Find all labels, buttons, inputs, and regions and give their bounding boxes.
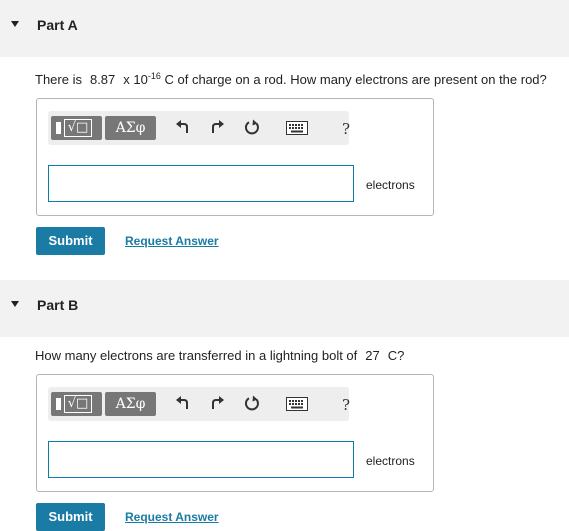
reset-icon[interactable] bbox=[244, 395, 261, 412]
charge-value: 27 bbox=[365, 348, 380, 363]
part-a-question: There is 8.87 x 10-16 C of charge on a rod… bbox=[35, 71, 547, 87]
keyboard-icon[interactable] bbox=[286, 121, 308, 135]
reset-icon[interactable] bbox=[244, 119, 261, 136]
answer-input[interactable] bbox=[48, 165, 354, 202]
exponent: -16 bbox=[147, 71, 161, 81]
units-label: electrons bbox=[366, 178, 415, 192]
part-b-title: Part B bbox=[37, 297, 79, 313]
keyboard-icon[interactable] bbox=[286, 397, 308, 411]
submit-button[interactable]: Submit bbox=[36, 503, 105, 531]
question-suffix: C of charge on a rod. How many electrons… bbox=[164, 72, 547, 87]
part-a-title: Part A bbox=[37, 17, 78, 33]
math-toolbar: √□ ΑΣφ ? bbox=[48, 387, 350, 421]
templates-button[interactable]: √□ bbox=[51, 116, 102, 140]
part-a-answer-box: √□ ΑΣφ ? electrons bbox=[36, 98, 434, 216]
template-block-icon bbox=[56, 122, 61, 134]
question-suffix: C? bbox=[387, 348, 405, 363]
redo-icon[interactable] bbox=[209, 395, 225, 411]
part-b-question: How many electrons are transferred in a … bbox=[35, 348, 404, 363]
help-icon[interactable]: ? bbox=[342, 120, 350, 138]
request-answer-link[interactable]: Request Answer bbox=[125, 234, 219, 248]
question-prefix: How many electrons are transferred in a … bbox=[35, 348, 358, 363]
part-b-header[interactable]: Part B bbox=[0, 280, 569, 337]
undo-icon[interactable] bbox=[175, 395, 191, 411]
units-label: electrons bbox=[366, 454, 415, 468]
undo-icon[interactable] bbox=[175, 119, 191, 135]
caret-down-icon[interactable] bbox=[11, 21, 19, 27]
part-b-answer-box: √□ ΑΣφ ? electrons bbox=[36, 374, 434, 492]
sqrt-box-icon: √□ bbox=[64, 395, 92, 413]
caret-down-icon[interactable] bbox=[11, 301, 19, 307]
submit-button[interactable]: Submit bbox=[36, 227, 105, 255]
templates-button[interactable]: √□ bbox=[51, 392, 102, 416]
math-toolbar: √□ ΑΣφ ? bbox=[48, 111, 350, 145]
template-block-icon bbox=[56, 398, 61, 410]
symbols-button[interactable]: ΑΣφ bbox=[105, 116, 156, 140]
help-icon[interactable]: ? bbox=[342, 396, 350, 414]
charge-value: 8.87 bbox=[89, 72, 116, 87]
redo-icon[interactable] bbox=[209, 119, 225, 135]
sqrt-box-icon: √□ bbox=[64, 119, 92, 137]
symbols-button[interactable]: ΑΣφ bbox=[105, 392, 156, 416]
multiplier: x 10 bbox=[123, 72, 148, 87]
part-a-header[interactable]: Part A bbox=[0, 0, 569, 57]
question-prefix: There is bbox=[35, 72, 82, 87]
answer-input[interactable] bbox=[48, 441, 354, 478]
